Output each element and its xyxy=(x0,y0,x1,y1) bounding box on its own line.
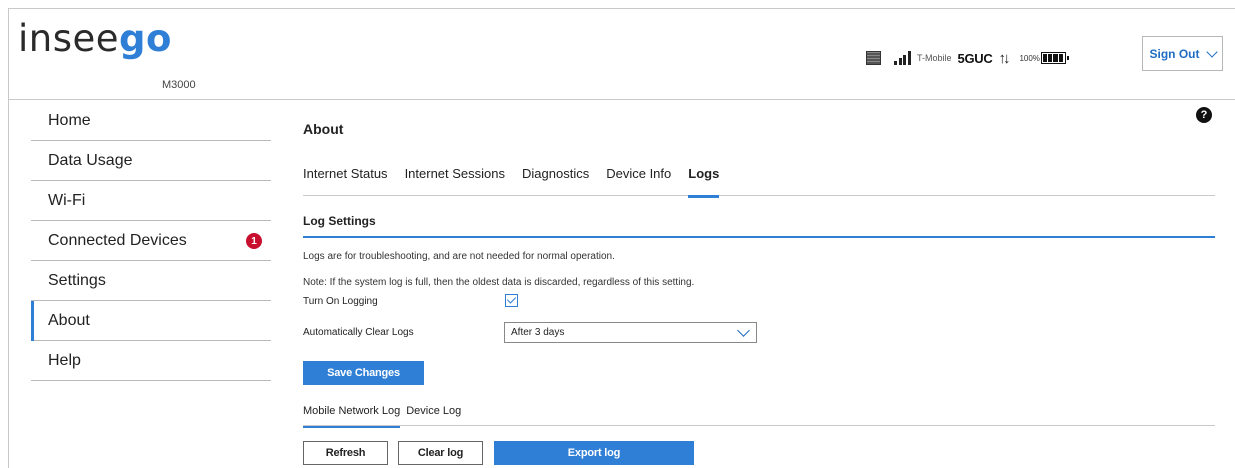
sidebar-item-label: Connected Devices xyxy=(48,231,187,249)
battery-icon xyxy=(1040,52,1069,64)
auto-clear-logs-label: Automatically Clear Logs xyxy=(303,327,414,338)
sidebar-item-wifi[interactable]: Wi-Fi xyxy=(31,181,271,221)
export-log-button[interactable]: Export log xyxy=(494,441,694,465)
save-changes-button[interactable]: Save Changes xyxy=(303,361,424,385)
tab-device-log[interactable]: Device Log xyxy=(406,405,461,426)
tab-mobile-network-log[interactable]: Mobile Network Log xyxy=(303,405,401,428)
auto-clear-logs-select[interactable]: After 3 days xyxy=(504,322,757,343)
carrier-name: T-Mobile xyxy=(917,53,952,63)
inseego-logo: inseego xyxy=(18,17,172,60)
tab-internet-status[interactable]: Internet Status xyxy=(303,166,388,196)
sidebar-item-label: Wi-Fi xyxy=(48,191,86,209)
sim-card-icon xyxy=(866,51,881,65)
sidebar-item-help[interactable]: Help xyxy=(31,341,271,381)
auto-clear-logs-value: After 3 days xyxy=(511,327,565,338)
sidebar-item-label: About xyxy=(48,311,90,329)
clear-log-button[interactable]: Clear log xyxy=(398,441,483,465)
connected-devices-badge: 1 xyxy=(246,233,262,249)
sidebar-item-label: Data Usage xyxy=(48,151,133,169)
sidebar-item-settings[interactable]: Settings xyxy=(31,261,271,301)
sidebar-item-home[interactable]: Home xyxy=(31,101,271,141)
logo-text-right: go xyxy=(119,17,172,60)
chevron-down-icon xyxy=(737,324,750,337)
network-technology: 5GUC xyxy=(957,50,993,66)
turn-on-logging-checkbox[interactable] xyxy=(505,294,518,307)
sidebar-nav: Home Data Usage Wi-Fi Connected Devices 1… xyxy=(31,101,271,381)
status-bar: T-Mobile 5GUC ↑↓ 100% xyxy=(866,47,1069,69)
logo-text-left: insee xyxy=(18,17,120,60)
page-title: About xyxy=(303,121,344,137)
signal-strength-icon xyxy=(894,51,912,65)
log-settings-title: Log Settings xyxy=(303,214,376,228)
logs-info-text: Logs are for troubleshooting, and are no… xyxy=(303,251,615,262)
logs-note-text: Note: If the system log is full, then th… xyxy=(303,277,695,288)
refresh-button[interactable]: Refresh xyxy=(303,441,388,465)
sidebar-item-connected-devices[interactable]: Connected Devices 1 xyxy=(31,221,271,261)
tab-device-info[interactable]: Device Info xyxy=(606,166,671,196)
tab-internet-sessions[interactable]: Internet Sessions xyxy=(405,166,505,196)
sidebar-item-about[interactable]: About xyxy=(31,301,271,341)
sidebar-item-label: Help xyxy=(48,351,81,369)
turn-on-logging-label: Turn On Logging xyxy=(303,296,378,307)
log-type-tabs: Mobile Network Log Device Log xyxy=(303,405,1215,428)
sidebar-item-label: Home xyxy=(48,111,91,129)
battery-percent: 100% xyxy=(1019,53,1040,63)
about-tabs: Internet Status Internet Sessions Diagno… xyxy=(303,166,1215,198)
sign-out-button[interactable]: Sign Out xyxy=(1142,36,1223,71)
header: inseego M3000 T-Mobile 5GUC ↑↓ 100% Sign… xyxy=(9,9,1235,100)
chevron-down-icon xyxy=(1205,45,1218,58)
sign-out-label: Sign Out xyxy=(1149,46,1200,61)
tab-diagnostics[interactable]: Diagnostics xyxy=(522,166,589,196)
app-frame: inseego M3000 T-Mobile 5GUC ↑↓ 100% Sign… xyxy=(8,8,1235,468)
sidebar-item-label: Settings xyxy=(48,271,106,289)
help-icon[interactable]: ? xyxy=(1196,107,1212,123)
sidebar-item-data-usage[interactable]: Data Usage xyxy=(31,141,271,181)
device-model: M3000 xyxy=(162,79,196,91)
data-transfer-icon: ↑↓ xyxy=(998,49,1010,67)
section-divider xyxy=(303,236,1215,238)
tab-logs[interactable]: Logs xyxy=(688,166,720,198)
